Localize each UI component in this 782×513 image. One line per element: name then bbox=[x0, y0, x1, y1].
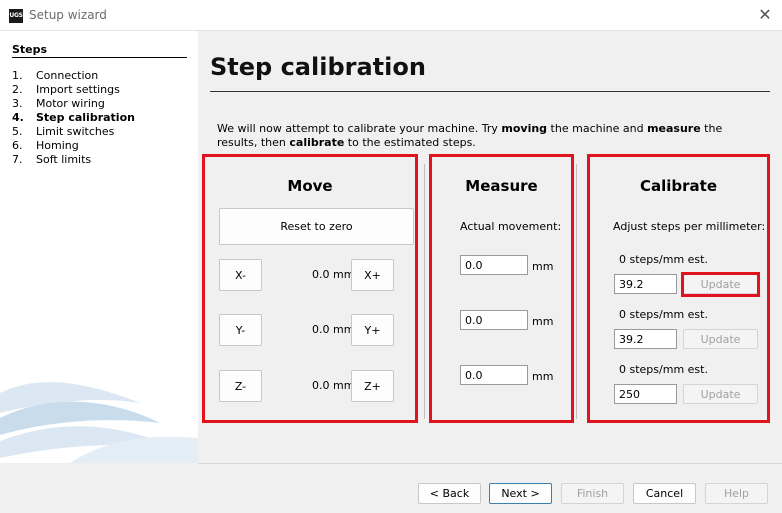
y-minus-button[interactable]: Y- bbox=[219, 314, 262, 346]
step-step-calibration: 4. Step calibration bbox=[12, 111, 135, 124]
reset-to-zero-button[interactable]: Reset to zero bbox=[219, 208, 414, 245]
step-import-settings: 2. Import settings bbox=[12, 83, 120, 96]
z-minus-button[interactable]: Z- bbox=[219, 370, 262, 402]
calibrate-panel: Calibrate Adjust steps per millimeter: 0… bbox=[587, 154, 770, 423]
z-position-value: 0.0 mm bbox=[312, 379, 355, 392]
close-icon[interactable]: ✕ bbox=[754, 4, 776, 26]
adjust-steps-label: Adjust steps per millimeter: bbox=[613, 220, 766, 233]
z-measure-unit: mm bbox=[532, 370, 554, 383]
z-plus-button[interactable]: Z+ bbox=[351, 370, 394, 402]
main-content: Step calibration We will now attempt to … bbox=[198, 31, 782, 463]
y-measure-unit: mm bbox=[532, 315, 554, 328]
button-bar-divider bbox=[198, 463, 782, 464]
z-measure-input[interactable] bbox=[460, 365, 528, 385]
intro-text: We will now attempt to calibrate your ma… bbox=[217, 122, 723, 149]
finish-button[interactable]: Finish bbox=[561, 483, 624, 504]
measure-calibrate-separator bbox=[576, 164, 577, 419]
x-plus-button[interactable]: X+ bbox=[351, 259, 394, 291]
x-measure-unit: mm bbox=[532, 260, 554, 273]
y-position-value: 0.0 mm bbox=[312, 323, 355, 336]
y-update-button[interactable]: Update bbox=[683, 329, 758, 349]
cancel-button[interactable]: Cancel bbox=[633, 483, 696, 504]
move-measure-separator bbox=[424, 164, 425, 419]
actual-movement-label: Actual movement: bbox=[460, 220, 562, 233]
steps-divider bbox=[12, 57, 187, 58]
step-connection: 1. Connection bbox=[12, 69, 99, 82]
steps-sidebar: Steps 1. Connection 2. Import settings 3. M… bbox=[0, 31, 198, 463]
calibrate-title: Calibrate bbox=[639, 177, 717, 195]
move-panel: Move Reset to zero X- 0.0 mm X+ Y- 0.0 m… bbox=[202, 154, 418, 423]
title-divider bbox=[210, 91, 770, 92]
steps-list: 1. Connection 2. Import settings 3. Motor w… bbox=[12, 69, 135, 167]
x-steps-estimate: 0 steps/mm est. bbox=[619, 253, 708, 266]
x-steps-input[interactable] bbox=[614, 274, 677, 294]
move-title: Move bbox=[287, 177, 333, 195]
next-button[interactable]: Next > bbox=[489, 483, 552, 504]
z-update-button[interactable]: Update bbox=[683, 384, 758, 404]
y-plus-button[interactable]: Y+ bbox=[351, 314, 394, 346]
wizard-button-bar: < Back Next > Finish Cancel Help bbox=[0, 463, 782, 513]
x-update-highlight bbox=[681, 272, 760, 297]
y-steps-estimate: 0 steps/mm est. bbox=[619, 308, 708, 321]
back-button[interactable]: < Back bbox=[418, 483, 481, 504]
steps-heading: Steps bbox=[12, 43, 48, 56]
y-measure-input[interactable] bbox=[460, 310, 528, 330]
title-bar: UGS Setup wizard ✕ bbox=[0, 0, 782, 31]
help-button[interactable]: Help bbox=[705, 483, 768, 504]
window-title: Setup wizard bbox=[29, 8, 107, 22]
ugs-logo-icon: UGS bbox=[9, 9, 23, 23]
step-homing: 6. Homing bbox=[12, 139, 79, 152]
step-soft-limits: 7. Soft limits bbox=[12, 153, 92, 166]
step-motor-wiring: 3. Motor wiring bbox=[12, 97, 105, 110]
x-minus-button[interactable]: X- bbox=[219, 259, 262, 291]
step-limit-switches: 5. Limit switches bbox=[12, 125, 115, 138]
decorative-swoosh-icon bbox=[0, 382, 198, 463]
z-steps-input[interactable] bbox=[614, 384, 677, 404]
x-position-value: 0.0 mm bbox=[312, 268, 355, 281]
x-measure-input[interactable] bbox=[460, 255, 528, 275]
y-steps-input[interactable] bbox=[614, 329, 677, 349]
page-title: Step calibration bbox=[210, 53, 426, 81]
z-steps-estimate: 0 steps/mm est. bbox=[619, 363, 708, 376]
measure-panel: Measure Actual movement: mm mm mm bbox=[429, 154, 574, 423]
measure-title: Measure bbox=[465, 177, 538, 195]
